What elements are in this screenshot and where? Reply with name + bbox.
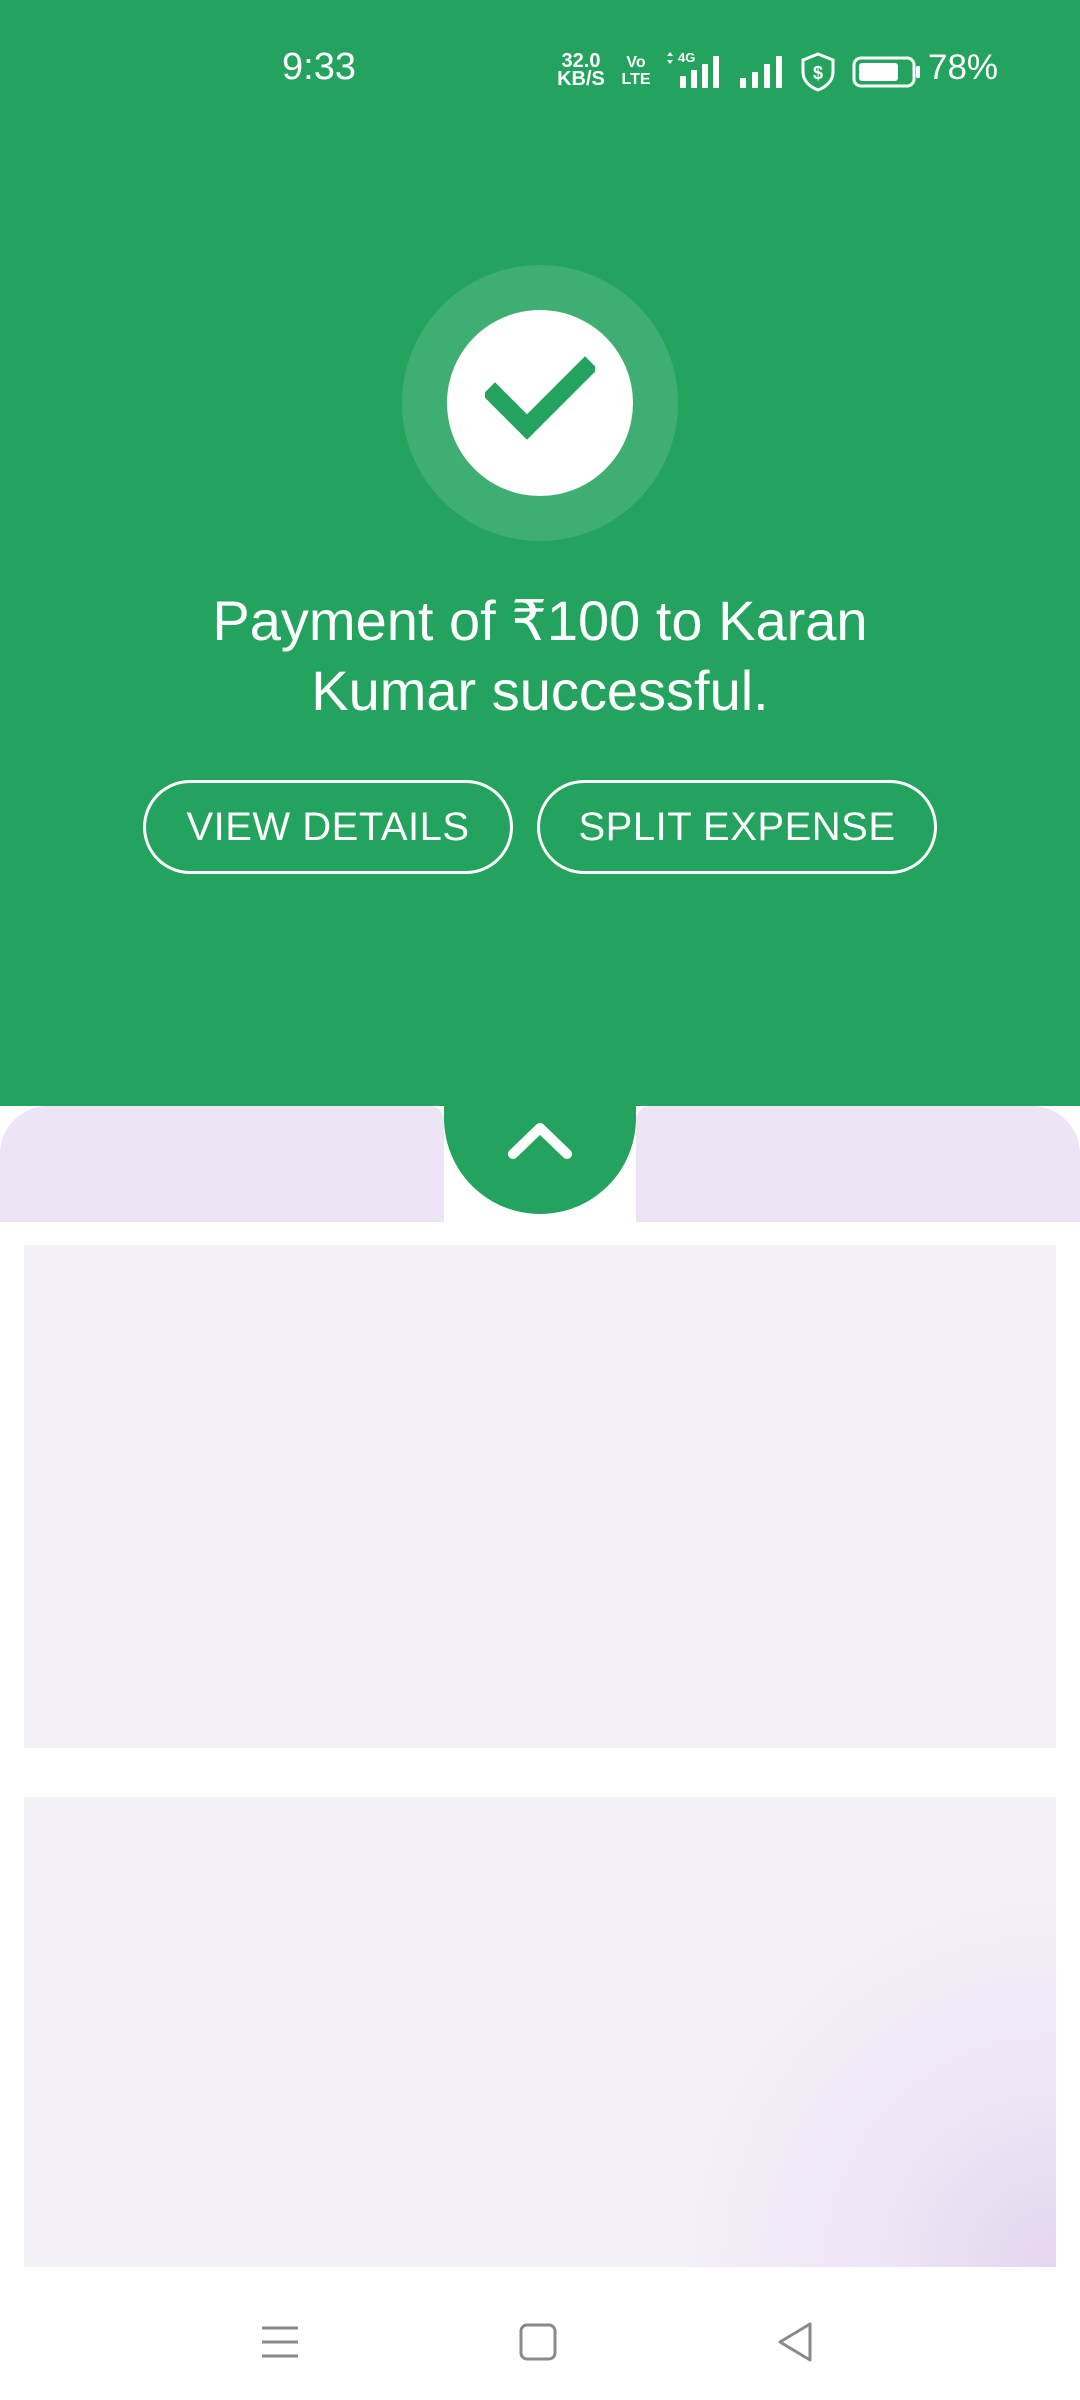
network-speed: 32.0 KB/S [556, 51, 606, 90]
loading-card-placeholder [24, 1797, 1056, 2267]
volte-indicator: Vo LTE [616, 54, 656, 88]
expand-sheet-handle[interactable] [444, 1024, 636, 1214]
status-time: 9:33 [282, 46, 356, 88]
battery-percent: 78% [928, 48, 999, 87]
home-icon[interactable] [508, 2312, 568, 2372]
chevron-up-icon [508, 1123, 572, 1159]
success-hero: 9:33 32.0 KB/S Vo LTE 4G $ 78% Payment o… [0, 0, 1080, 1106]
success-badge [402, 265, 678, 541]
network-speed-unit: KB/S [557, 68, 605, 90]
menu-icon[interactable] [250, 2312, 310, 2372]
payment-success-message: Payment of ₹100 to Karan Kumar successfu… [212, 589, 868, 722]
status-bar: 9:33 32.0 KB/S Vo LTE 4G $ 78% [0, 0, 1080, 140]
system-nav-bar [0, 2282, 1080, 2400]
split-expense-button[interactable]: SPLIT EXPENSE [537, 780, 937, 874]
view-details-button[interactable]: VIEW DETAILS [143, 780, 513, 874]
payment-success-screen: 9:33 32.0 KB/S Vo LTE 4G $ 78% Payment o… [0, 0, 1080, 2400]
volte-top: Vo [626, 54, 646, 71]
signal-4g-icon: 4G [667, 50, 719, 88]
network-type-label: 4G [678, 50, 695, 65]
check-icon [485, 356, 595, 440]
success-badge-inner [447, 310, 633, 496]
svg-text:$: $ [813, 63, 823, 83]
back-icon[interactable] [766, 2312, 826, 2372]
loading-card-placeholder [24, 1245, 1056, 1748]
battery-icon [852, 56, 920, 88]
signal-strength-icon [740, 56, 782, 88]
shield-dollar-icon: $ [801, 52, 835, 92]
sheet-header-right [636, 1106, 1080, 1222]
sheet-header-left [0, 1106, 444, 1222]
volte-bottom: LTE [621, 71, 651, 88]
